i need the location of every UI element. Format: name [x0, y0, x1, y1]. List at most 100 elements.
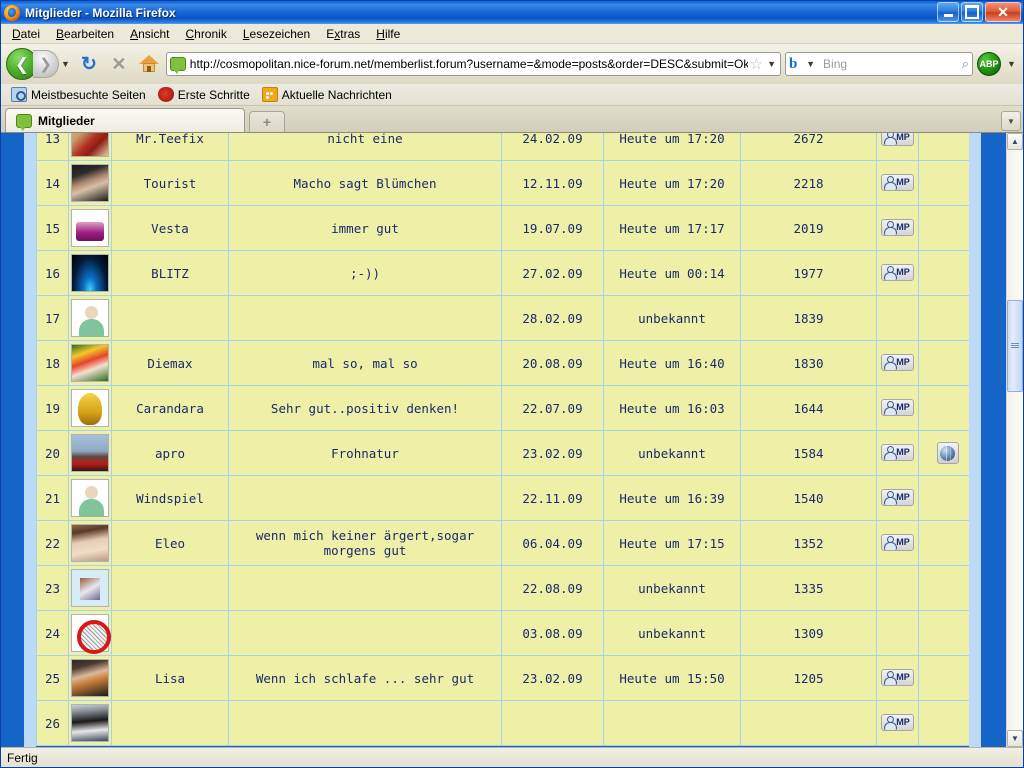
pm-label: MP — [896, 672, 910, 682]
browser-content: 13 Mr.Teefix nicht eine 24.02.09 Heute um 17… — [1, 132, 1023, 747]
table-row: 20 apro Frohnatur 23.02.09 unbekannt 1584 MP — [36, 430, 969, 476]
private-message-icon[interactable]: MP — [881, 174, 914, 191]
private-message-icon[interactable]: MP — [881, 219, 914, 236]
pm-label: MP — [896, 267, 910, 277]
tab-list-button[interactable]: ▼ — [1001, 111, 1021, 131]
private-message-icon[interactable]: MP — [881, 444, 914, 461]
forward-arrow-icon[interactable]: ❯ — [33, 50, 59, 78]
chevron-down-icon[interactable]: ▼ — [1005, 49, 1018, 79]
private-message-icon[interactable]: MP — [881, 669, 914, 686]
member-pm-cell: MP — [876, 160, 919, 206]
member-mood-cell: immer gut — [228, 205, 502, 251]
avatar[interactable] — [71, 524, 109, 562]
private-message-icon[interactable]: MP — [881, 489, 914, 506]
member-mood-cell: wenn mich keiner ärgert,sogar morgens gu… — [228, 520, 502, 566]
scroll-up-button[interactable]: ▲ — [1007, 133, 1023, 150]
home-icon[interactable] — [136, 51, 162, 77]
private-message-icon[interactable]: MP — [881, 264, 914, 281]
rss-feed-icon — [261, 87, 278, 102]
member-registered-cell: 22.08.09 — [501, 565, 604, 611]
magnifier-icon[interactable]: ⌕ — [962, 56, 969, 72]
member-username-cell[interactable]: Tourist — [111, 160, 229, 206]
firefox-window: Mitglieder - Mozilla Firefox Datei Bearb… — [0, 0, 1024, 768]
chevron-down-icon[interactable]: ▼ — [59, 49, 72, 79]
table-row: 23 22.08.09 unbekannt 1335 — [36, 565, 969, 611]
reload-icon[interactable]: ↻ — [76, 51, 102, 77]
chevron-down-icon[interactable]: ▼ — [804, 49, 817, 79]
scrollbar-track[interactable] — [1007, 150, 1023, 730]
pm-label: MP — [896, 402, 910, 412]
nav-buttons: ❮ ❯ ▼ — [6, 48, 72, 80]
avatar[interactable] — [71, 614, 111, 654]
avatar[interactable] — [71, 133, 109, 157]
search-input[interactable]: Bing — [817, 57, 962, 71]
member-username-cell[interactable] — [111, 295, 229, 341]
member-username-cell[interactable] — [111, 610, 229, 656]
member-pm-cell: MP — [876, 340, 919, 386]
vertical-scrollbar[interactable]: ▲ ▼ — [1006, 133, 1023, 747]
avatar[interactable] — [71, 659, 109, 697]
bookmark-most-visited[interactable]: Meistbesuchte Seiten — [7, 86, 150, 103]
avatar[interactable] — [71, 569, 109, 607]
private-message-icon[interactable]: MP — [881, 399, 914, 416]
avatar[interactable] — [71, 389, 109, 427]
maximize-button[interactable] — [961, 2, 983, 22]
member-username-cell[interactable] — [111, 700, 229, 746]
memberlist-table-wrapper: 13 Mr.Teefix nicht eine 24.02.09 Heute um 17… — [36, 133, 969, 747]
chevron-down-icon[interactable]: ▼ — [765, 54, 778, 74]
new-tab-button[interactable]: + — [249, 111, 285, 132]
bookmark-getting-started[interactable]: Erste Schritte — [154, 86, 254, 103]
avatar[interactable] — [71, 704, 109, 742]
avatar[interactable] — [71, 254, 109, 292]
scrollbar-thumb[interactable] — [1007, 300, 1023, 392]
tab-mitglieder[interactable]: Mitglieder — [5, 108, 245, 132]
member-username-cell[interactable]: Mr.Teefix — [111, 133, 229, 161]
search-bar[interactable]: b ▼ Bing ⌕ — [785, 49, 974, 79]
stop-icon[interactable]: ✕ — [106, 51, 132, 77]
member-username-cell[interactable]: BLITZ — [111, 250, 229, 296]
menu-item-chronik[interactable]: Chronik — [178, 25, 233, 43]
url-input[interactable]: http://cosmopolitan.nice-forum.net/membe… — [190, 57, 748, 71]
private-message-icon[interactable]: MP — [881, 714, 914, 731]
avatar[interactable] — [71, 434, 109, 472]
menu-item-datei[interactable]: Datei — [5, 25, 47, 43]
avatar[interactable] — [71, 164, 109, 202]
bing-logo-icon[interactable]: b — [789, 56, 804, 72]
member-username-cell[interactable]: Carandara — [111, 385, 229, 431]
menu-item-hilfe[interactable]: Hilfe — [369, 25, 407, 43]
address-bar[interactable]: http://cosmopolitan.nice-forum.net/membe… — [165, 52, 782, 76]
member-username-cell[interactable] — [111, 565, 229, 611]
minimize-button[interactable] — [937, 2, 959, 22]
scroll-down-button[interactable]: ▼ — [1007, 730, 1023, 747]
table-row: 16 BLITZ ;-)) 27.02.09 Heute um 00:14 1977 MP — [36, 250, 969, 296]
bookmark-latest-headlines[interactable]: Aktuelle Nachrichten — [258, 86, 396, 103]
member-username-cell[interactable]: Vesta — [111, 205, 229, 251]
bookmark-label: Meistbesuchte Seiten — [31, 87, 146, 102]
avatar[interactable] — [71, 344, 109, 382]
private-message-icon[interactable]: MP — [881, 534, 914, 551]
private-message-icon[interactable]: MP — [881, 354, 914, 371]
person-glyph — [884, 401, 898, 415]
close-button[interactable] — [985, 2, 1021, 22]
private-message-icon[interactable]: MP — [881, 133, 914, 146]
avatar[interactable] — [71, 299, 109, 337]
member-pm-cell: MP — [876, 250, 919, 296]
website-globe-icon[interactable] — [936, 442, 959, 464]
avatar[interactable] — [71, 479, 109, 517]
member-lastvisit-cell: Heute um 16:39 — [603, 475, 741, 521]
menu-item-lesezeichen[interactable]: Lesezeichen — [236, 25, 317, 43]
member-mood-cell — [228, 295, 502, 341]
member-username-cell[interactable]: Lisa — [111, 655, 229, 701]
avatar[interactable] — [71, 209, 109, 247]
member-username-cell[interactable]: Diemax — [111, 340, 229, 386]
star-icon[interactable]: ☆ — [748, 55, 765, 73]
member-lastvisit-cell — [603, 700, 741, 746]
member-username-cell[interactable]: Eleo — [111, 520, 229, 566]
member-username-cell[interactable]: Windspiel — [111, 475, 229, 521]
menu-item-bearbeiten[interactable]: Bearbeiten — [49, 25, 121, 43]
adblock-plus-button[interactable]: ABP — [977, 52, 1002, 76]
member-username-cell[interactable]: apro — [111, 430, 229, 476]
person-glyph — [884, 716, 898, 730]
menu-item-ansicht[interactable]: Ansicht — [123, 25, 176, 43]
menu-item-extras[interactable]: Extras — [319, 25, 367, 43]
